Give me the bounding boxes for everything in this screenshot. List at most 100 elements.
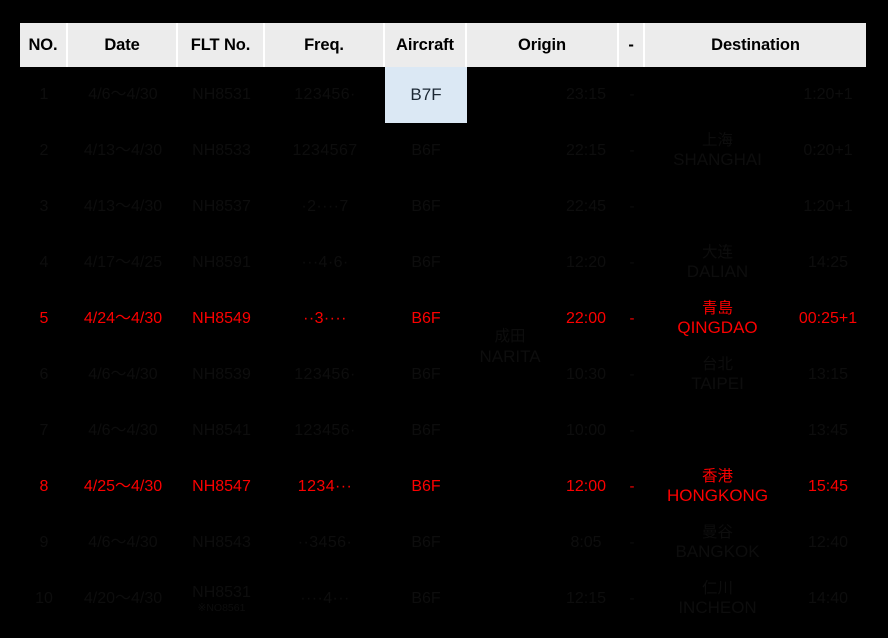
cell-departure-time: 23:15 — [553, 67, 620, 123]
cell-flt-no: NH8541 — [178, 403, 265, 459]
cell-date: 4/6～4/30 — [68, 67, 178, 123]
cell-dash: - — [619, 459, 646, 515]
cell-freq: ··3456· — [265, 515, 385, 571]
cell-aircraft: B6F — [385, 515, 467, 571]
flt-no-main: NH8533 — [192, 141, 251, 159]
cell-no: 1 — [20, 67, 68, 123]
table-row[interactable]: 4 4/17～4/25 NH8591 ···4·6· B6F 12:20- 大连 DALIAN… — [20, 235, 867, 291]
destination-name-cn: 大连 — [702, 243, 734, 261]
flt-no-main: NH8591 — [192, 253, 251, 271]
table-row[interactable]: 7 4/6～4/30 NH8541 123456· B6F 10:00- 13:45 — [20, 403, 867, 459]
cell-destination — [645, 67, 791, 123]
destination-name-cn: 仁川 — [702, 579, 734, 597]
flight-schedule-table: NO. Date FLT No. Freq. Aircraft Origin -… — [20, 23, 867, 627]
destination-name-cn: 曼谷 — [702, 523, 734, 541]
destination-name-en: BANGKOK — [675, 542, 760, 562]
cell-arrival-time: 0:20+1 — [790, 123, 867, 179]
cell-flt-no: NH8531 — [178, 67, 265, 123]
cell-aircraft: B6F — [385, 235, 467, 291]
flt-no-main: NH8543 — [192, 533, 251, 551]
table-row[interactable]: 8 4/25～4/30 NH8547 1234··· B6F 12:00- 香港 HONGKO… — [20, 459, 867, 515]
cell-aircraft: B7F — [385, 67, 467, 123]
flt-no-main: NH8537 — [192, 197, 251, 215]
origin-name-cn: 成田 — [494, 327, 526, 345]
cell-dash: - — [619, 291, 646, 347]
destination-name-en: TAIPEI — [691, 374, 744, 394]
cell-dash: - — [619, 67, 646, 123]
flt-no-main: NH8549 — [192, 309, 251, 327]
cell-destination: 青島 QINGDAO — [645, 291, 791, 347]
table-row[interactable]: 5 4/24～4/30 NH8549 ··3···· B6F 22:00- 青島 QINGDA… — [20, 291, 867, 347]
flt-no-note: ※NO8561 — [197, 602, 246, 615]
cell-aircraft: B6F — [385, 179, 467, 235]
cell-arrival-time: 14:25 — [790, 235, 867, 291]
cell-departure-time: 12:20 — [553, 235, 620, 291]
column-header-flt-no: FLT No. — [178, 23, 265, 67]
cell-date: 4/17～4/25 — [68, 235, 178, 291]
cell-flt-no: NH8531 ※NO8561 — [178, 571, 265, 627]
cell-dash: - — [619, 403, 646, 459]
destination-name-cn: 台北 — [702, 355, 734, 373]
origin-name-en: NARITA — [479, 347, 541, 367]
table-row[interactable]: 6 4/6～4/30 NH8539 123456· B6F 10:30- 台北 TAIPEI 1… — [20, 347, 867, 403]
cell-aircraft: B6F — [385, 403, 467, 459]
cell-arrival-time: 1:20+1 — [790, 179, 867, 235]
cell-flt-no: NH8591 — [178, 235, 265, 291]
cell-flt-no: NH8539 — [178, 347, 265, 403]
destination-name-en: DALIAN — [686, 262, 749, 282]
destination-name-en: QINGDAO — [677, 318, 758, 338]
table-row[interactable]: 1 4/6～4/30 NH8531 123456· B7F 成田 NARITA 23:15-1… — [20, 67, 867, 627]
cell-freq: ·2····7 — [265, 179, 385, 235]
column-header-destination: Destination — [645, 23, 867, 67]
table-row[interactable]: 10 4/20～4/30 NH8531 ※NO8561 ····4··· B6F 12:15… — [20, 571, 867, 627]
cell-no: 7 — [20, 403, 68, 459]
destination-name-en: SHANGHAI — [673, 150, 762, 170]
cell-arrival-time: 00:25+1 — [790, 291, 867, 347]
cell-freq: 123456· — [265, 403, 385, 459]
cell-departure-time: 12:15 — [553, 571, 620, 627]
table-row[interactable]: 3 4/13～4/30 NH8537 ·2····7 B6F 22:45- 1:20+1 — [20, 179, 867, 235]
cell-aircraft: B6F — [385, 291, 467, 347]
cell-freq: ··3···· — [265, 291, 385, 347]
cell-date: 4/6～4/30 — [68, 515, 178, 571]
cell-freq: ···4·6· — [265, 235, 385, 291]
cell-flt-no: NH8549 — [178, 291, 265, 347]
cell-departure-time: 10:00 — [553, 403, 620, 459]
table-row[interactable]: 2 4/13～4/30 NH8533 1234567 B6F 22:15- 上海 SHANGH… — [20, 123, 867, 179]
cell-no: 8 — [20, 459, 68, 515]
cell-freq: 1234567 — [265, 123, 385, 179]
destination-name-en: INCHEON — [678, 598, 757, 618]
destination-name-cn: 青島 — [702, 299, 734, 317]
cell-departure-time: 22:00 — [553, 291, 620, 347]
cell-arrival-time: 1:20+1 — [790, 67, 867, 123]
cell-date: 4/6～4/30 — [68, 403, 178, 459]
cell-freq: 123456· — [265, 67, 385, 123]
cell-dash: - — [619, 123, 646, 179]
cell-destination — [645, 179, 791, 235]
cell-departure-time: 8:05 — [553, 515, 620, 571]
destination-name-cn: 上海 — [702, 131, 734, 149]
cell-departure-time: 10:30 — [553, 347, 620, 403]
flight-schedule: NO. Date FLT No. Freq. Aircraft Origin -… — [20, 23, 867, 627]
cell-aircraft: B6F — [385, 123, 467, 179]
cell-no: 4 — [20, 235, 68, 291]
table-header: NO. Date FLT No. Freq. Aircraft Origin -… — [20, 23, 867, 67]
cell-destination: 上海 SHANGHAI — [645, 123, 791, 179]
destination-name-en: HONGKONG — [666, 486, 769, 506]
flt-no-main: NH8547 — [192, 477, 251, 495]
cell-flt-no: NH8543 — [178, 515, 265, 571]
cell-destination: 仁川 INCHEON — [645, 571, 791, 627]
cell-dash: - — [619, 347, 646, 403]
column-header-no: NO. — [20, 23, 68, 67]
table-row[interactable]: 9 4/6～4/30 NH8543 ··3456· B6F 8:05- 曼谷 BANGKOK 1… — [20, 515, 867, 571]
cell-flt-no: NH8533 — [178, 123, 265, 179]
cell-destination: 香港 HONGKONG — [645, 459, 791, 515]
cell-freq: 1234··· — [265, 459, 385, 515]
cell-freq: ····4··· — [265, 571, 385, 627]
cell-aircraft: B6F — [385, 347, 467, 403]
flt-no-main: NH8541 — [192, 421, 251, 439]
cell-flt-no: NH8547 — [178, 459, 265, 515]
flt-no-main: NH8531 — [192, 583, 251, 601]
cell-dash: - — [619, 235, 646, 291]
cell-dash: - — [619, 515, 646, 571]
